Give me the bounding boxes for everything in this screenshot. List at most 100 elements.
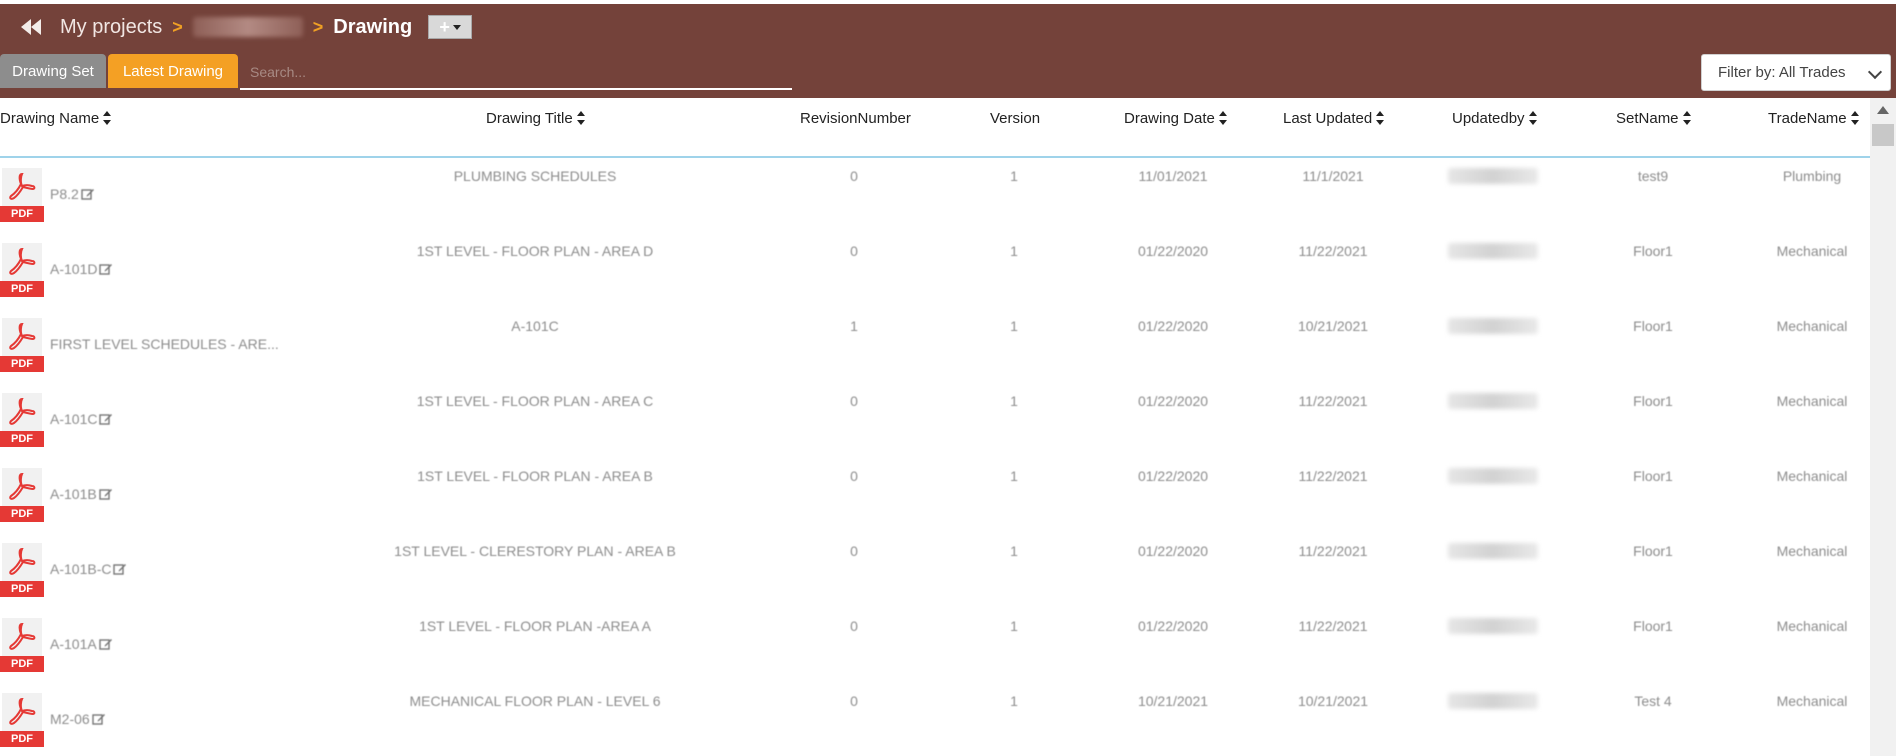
revision-number-cell: 0	[850, 618, 858, 634]
drawing-name-link[interactable]: A-101B-C	[50, 561, 127, 577]
tab-drawing-set[interactable]: Drawing Set	[0, 54, 106, 88]
edit-icon[interactable]	[99, 637, 113, 651]
updated-by-redacted	[1448, 468, 1538, 484]
set-name-cell: Floor1	[1633, 618, 1673, 634]
drawing-date-cell: 11/01/2021	[1138, 168, 1208, 184]
drawing-name-link[interactable]: M2-06	[50, 711, 106, 727]
column-label: Drawing Title	[486, 109, 573, 127]
trade-name-cell: Plumbing	[1782, 168, 1842, 184]
revision-number-cell: 0	[850, 243, 858, 259]
scroll-up-arrow-icon[interactable]	[1877, 106, 1889, 114]
sort-icon[interactable]	[1682, 111, 1691, 125]
table-row[interactable]: PDF A-101C 1ST LEVEL - FLOOR PLAN - AREA C…	[0, 385, 1870, 460]
trade-filter-label: Filter by: All Trades	[1718, 64, 1846, 81]
pdf-badge: PDF	[0, 581, 44, 597]
drawing-name-link[interactable]: FIRST LEVEL SCHEDULES - ARE...	[50, 336, 279, 352]
column-trade-name[interactable]: TradeName	[1768, 108, 1859, 128]
table-row[interactable]: PDF A-101A 1ST LEVEL - FLOOR PLAN -AREA A 0…	[0, 610, 1870, 685]
version-cell: 1	[1010, 543, 1018, 559]
scrollbar-thumb[interactable]	[1872, 124, 1894, 146]
edit-icon[interactable]	[81, 187, 95, 201]
breadcrumb-my-projects[interactable]: My projects	[60, 16, 162, 39]
pdf-file-icon[interactable]: PDF	[0, 468, 44, 522]
trade-name-cell: Mechanical	[1776, 243, 1848, 259]
last-updated-cell: 11/22/2021	[1298, 393, 1368, 409]
column-label: Last Updated	[1283, 109, 1373, 127]
pdf-document-shape	[2, 318, 42, 358]
trade-name-cell: Mechanical	[1776, 318, 1848, 334]
table-row[interactable]: PDF P8.2 PLUMBING SCHEDULES 0 1 11/01/2021 11/…	[0, 160, 1870, 235]
edit-icon[interactable]	[99, 262, 113, 276]
column-label: SetName	[1616, 109, 1679, 127]
table-row[interactable]: PDF A-101B 1ST LEVEL - FLOOR PLAN - AREA B…	[0, 460, 1870, 535]
drawing-name-link[interactable]: A-101A	[50, 636, 113, 652]
breadcrumb-separator: >	[312, 16, 324, 37]
column-set-name[interactable]: SetName	[1616, 108, 1691, 128]
column-updated-by[interactable]: Updatedby	[1452, 108, 1537, 128]
drawing-name-link[interactable]: A-101B	[50, 486, 113, 502]
sort-icon[interactable]	[1218, 111, 1227, 125]
vertical-scrollbar[interactable]	[1870, 98, 1896, 756]
sort-icon[interactable]	[1850, 111, 1859, 125]
table-row[interactable]: PDF FIRST LEVEL SCHEDULES - ARE... A-101C 1…	[0, 310, 1870, 385]
pdf-file-icon[interactable]: PDF	[0, 393, 44, 447]
column-last-updated[interactable]: Last Updated	[1283, 108, 1385, 128]
pdf-badge: PDF	[0, 656, 44, 672]
drawing-name-link[interactable]: A-101D	[50, 261, 113, 277]
pdf-document-shape	[2, 543, 42, 583]
version-cell: 1	[1010, 693, 1018, 709]
sort-icon[interactable]	[1376, 111, 1385, 125]
drawing-name-text: FIRST LEVEL SCHEDULES - ARE...	[50, 336, 279, 352]
trade-filter-select[interactable]: Filter by: All Trades	[1701, 54, 1891, 91]
pdf-file-icon[interactable]: PDF	[0, 693, 44, 747]
pdf-file-icon[interactable]: PDF	[0, 543, 44, 597]
edit-icon[interactable]	[99, 487, 113, 501]
updated-by-redacted	[1448, 243, 1538, 259]
pdf-file-icon[interactable]: PDF	[0, 318, 44, 372]
revision-number-cell: 0	[850, 468, 858, 484]
pdf-file-icon[interactable]: PDF	[0, 618, 44, 672]
column-label: Version	[990, 109, 1041, 127]
drawing-date-cell: 10/21/2021	[1137, 693, 1209, 709]
drawing-title-cell: 1ST LEVEL - FLOOR PLAN - AREA C	[416, 393, 654, 409]
sort-icon[interactable]	[103, 111, 112, 125]
search-input[interactable]	[240, 56, 792, 90]
table-row[interactable]: PDF M2-06 MECHANICAL FLOOR PLAN - LEVEL 6 0…	[0, 685, 1870, 756]
column-drawing-date[interactable]: Drawing Date	[1124, 108, 1227, 128]
acrobat-symbol-icon	[9, 247, 36, 275]
breadcrumb-current: Drawing	[333, 15, 413, 38]
trade-name-cell: Mechanical	[1776, 543, 1848, 559]
drawing-table-body: PDF P8.2 PLUMBING SCHEDULES 0 1 11/01/2021 11/…	[0, 160, 1870, 756]
tab-latest-drawing[interactable]: Latest Drawing	[108, 54, 238, 88]
pdf-badge: PDF	[0, 431, 44, 447]
drawing-name-link[interactable]: P8.2	[50, 186, 95, 202]
drawing-title-cell: 1ST LEVEL - FLOOR PLAN -AREA A	[419, 618, 651, 634]
edit-icon[interactable]	[113, 562, 127, 576]
edit-icon[interactable]	[99, 412, 113, 426]
table-row[interactable]: PDF A-101B-C 1ST LEVEL - CLERESTORY PLAN -…	[0, 535, 1870, 610]
revision-number-cell: 0	[850, 543, 858, 559]
edit-icon[interactable]	[91, 712, 106, 726]
revision-number-cell: 0	[850, 168, 858, 184]
updated-by-redacted	[1448, 393, 1538, 409]
add-dropdown-button[interactable]: +	[428, 15, 473, 39]
sort-icon[interactable]	[1528, 111, 1537, 125]
drawing-name-text: A-101C	[50, 411, 98, 427]
acrobat-symbol-icon	[9, 697, 36, 725]
drawing-date-cell: 01/22/2020	[1137, 243, 1209, 259]
pdf-file-icon[interactable]: PDF	[0, 243, 44, 297]
sort-icon[interactable]	[576, 111, 585, 125]
pdf-file-icon[interactable]: PDF	[0, 168, 44, 222]
updated-by-redacted	[1448, 318, 1538, 334]
double-chevron-left-icon[interactable]	[18, 16, 44, 38]
table-row[interactable]: PDF A-101D 1ST LEVEL - FLOOR PLAN - AREA D…	[0, 235, 1870, 310]
drawing-date-cell: 01/22/2020	[1137, 318, 1209, 334]
breadcrumb-project-name-redacted[interactable]	[192, 17, 303, 37]
drawing-name-text: A-101B-C	[50, 561, 112, 577]
drawing-title-cell: A-101C	[511, 318, 559, 334]
pdf-document-shape	[2, 243, 42, 283]
column-drawing-name[interactable]: Drawing Name	[0, 108, 112, 128]
acrobat-symbol-icon	[9, 397, 36, 425]
column-drawing-title[interactable]: Drawing Title	[486, 108, 585, 128]
drawing-name-link[interactable]: A-101C	[50, 411, 113, 427]
